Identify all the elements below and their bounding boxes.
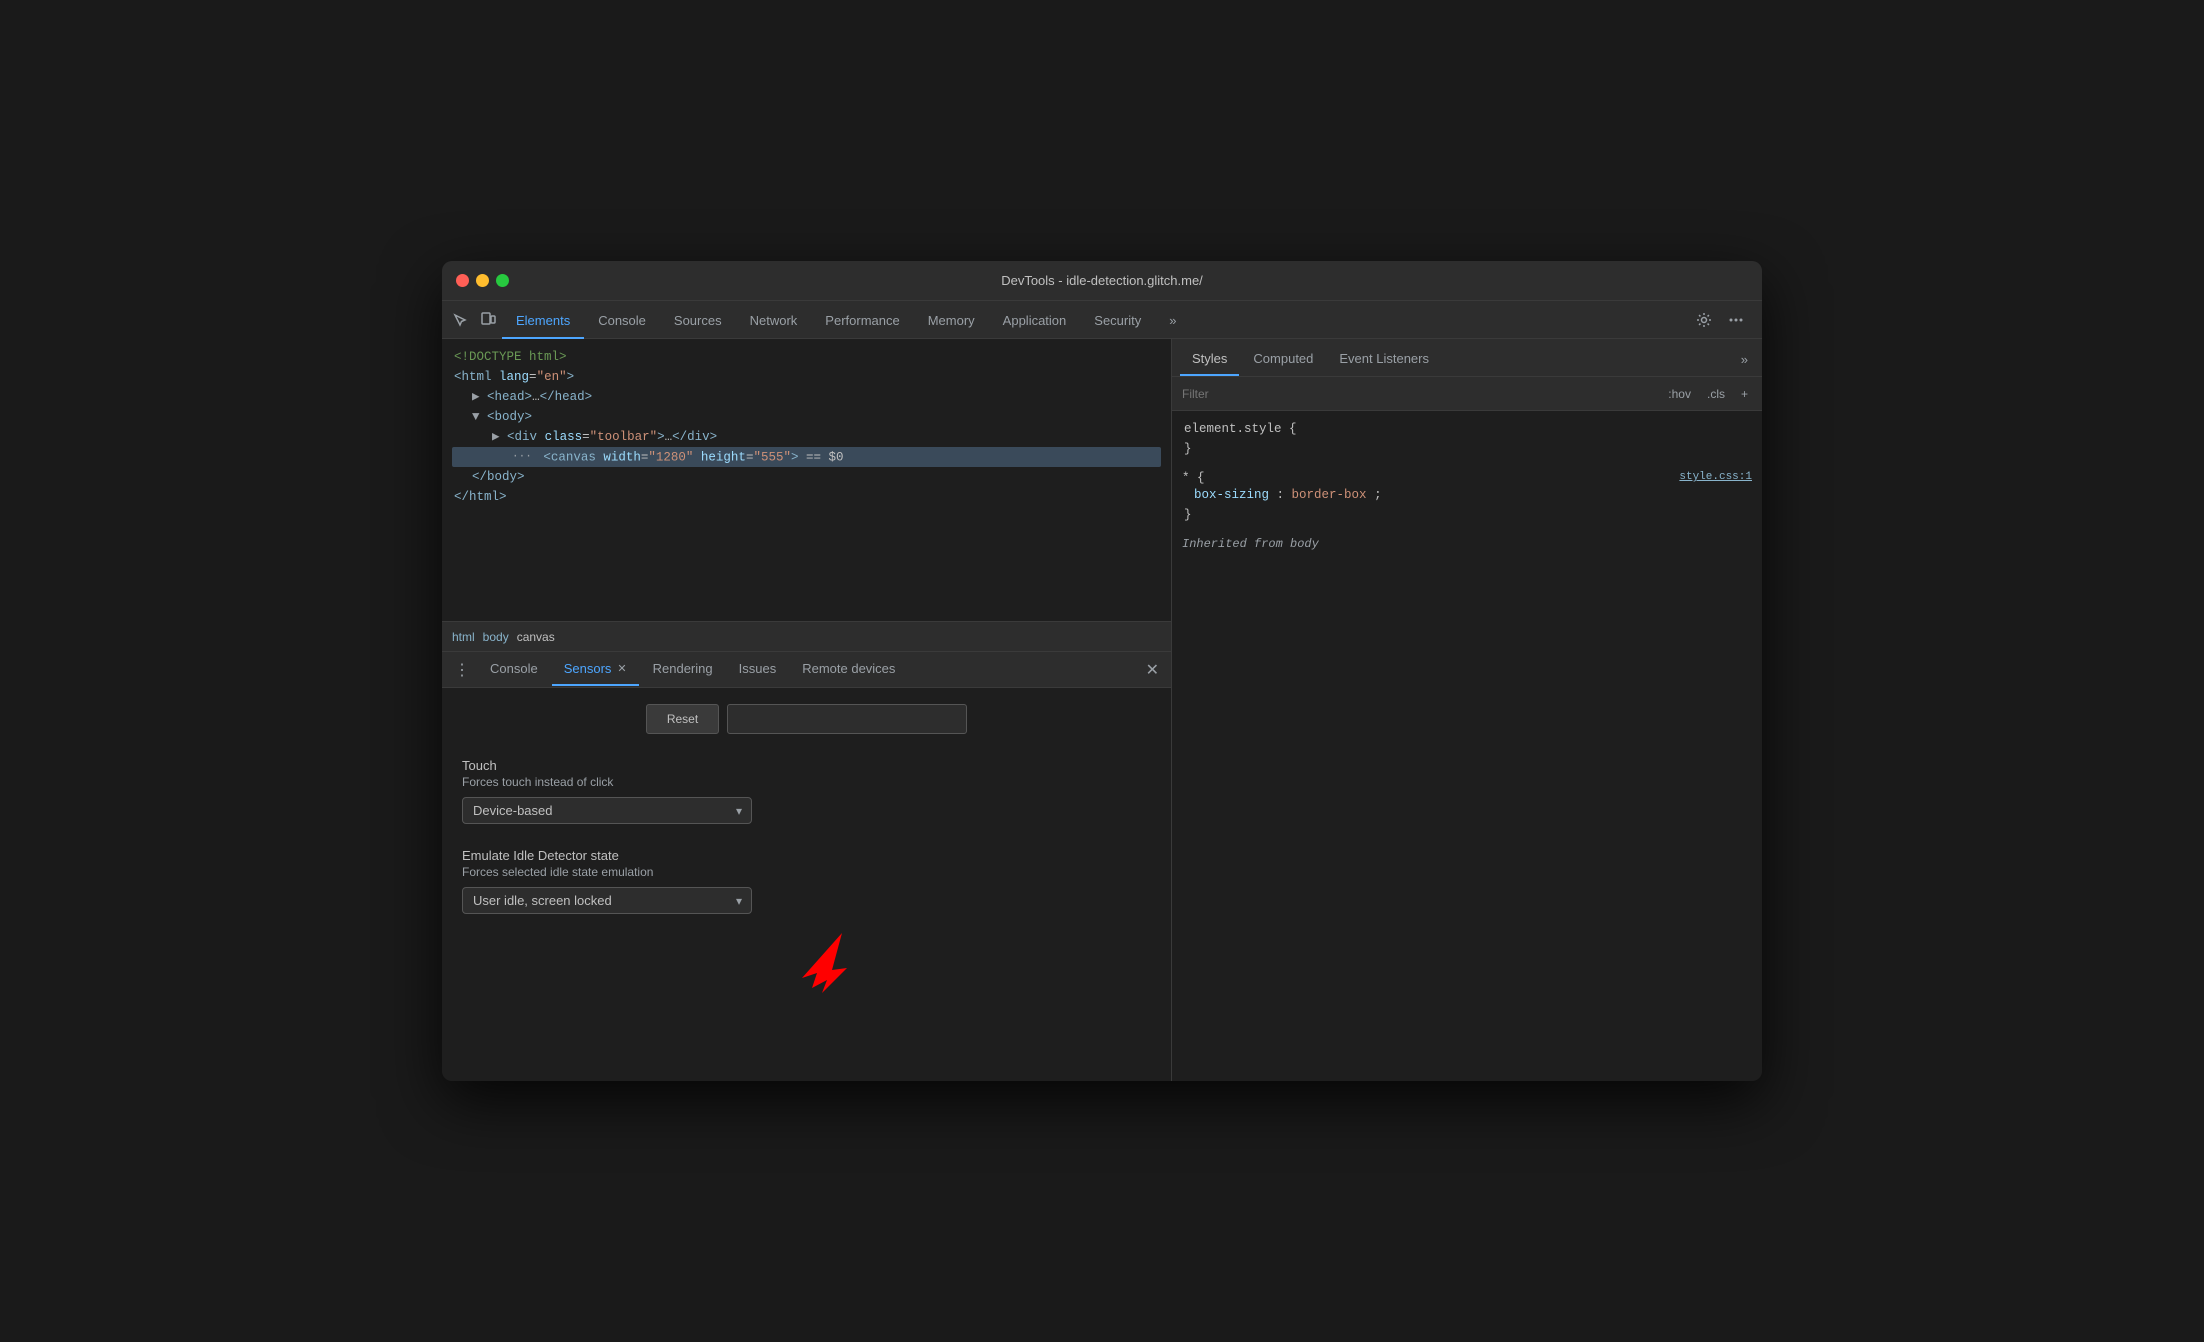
close-button[interactable] — [456, 274, 469, 287]
breadcrumb-canvas[interactable]: canvas — [517, 630, 555, 644]
dom-line: ▶ <head>…</head> — [452, 387, 1161, 407]
tab-elements[interactable]: Elements — [502, 305, 584, 339]
drawer-tab-close-icon[interactable]: ✕ — [617, 662, 626, 675]
tab-bar: Elements Console Sources Network Perform… — [502, 301, 1690, 339]
breadcrumb: html body canvas — [442, 621, 1171, 651]
filter-actions: :hov .cls + — [1664, 385, 1752, 403]
window-controls — [456, 274, 509, 287]
drawer-more-icon[interactable]: ⋮ — [448, 660, 476, 680]
tab-sources[interactable]: Sources — [660, 305, 736, 339]
dom-line: </html> — [452, 487, 1161, 507]
dom-line: <html lang="en"> — [452, 367, 1161, 387]
styles-content: element.style { } * { style.css:1 — [1172, 411, 1762, 1081]
device-icon[interactable] — [474, 306, 502, 334]
breadcrumb-html[interactable]: html — [452, 630, 475, 644]
idle-detector-select[interactable]: No idle emulation User active, screen un… — [462, 887, 752, 914]
minimize-button[interactable] — [476, 274, 489, 287]
inherited-from-label: Inherited from body — [1182, 537, 1752, 551]
titlebar: DevTools - idle-detection.glitch.me/ — [442, 261, 1762, 301]
annotation-arrow — [782, 918, 862, 1001]
cls-button[interactable]: .cls — [1703, 385, 1729, 403]
drawer-close-icon[interactable]: ✕ — [1140, 660, 1165, 680]
drawer-tab-remote-devices[interactable]: Remote devices — [790, 654, 907, 686]
dom-line: ▶ <div class="toolbar">…</div> — [452, 427, 1161, 447]
tab-memory[interactable]: Memory — [914, 305, 989, 339]
elements-panel: <!DOCTYPE html> <html lang="en"> ▶ <head… — [442, 339, 1172, 1081]
drawer-tab-console[interactable]: Console — [478, 654, 550, 686]
toolbar-right-actions — [1690, 306, 1758, 334]
styles-filter-input[interactable] — [1182, 387, 1656, 401]
breadcrumb-body[interactable]: body — [483, 630, 509, 644]
tab-application[interactable]: Application — [989, 305, 1081, 339]
dom-line-selected[interactable]: ··· <canvas width="1280" height="555"> =… — [452, 447, 1161, 467]
settings-icon[interactable] — [1690, 306, 1718, 334]
devtools-window: DevTools - idle-detection.glitch.me/ Ele… — [442, 261, 1762, 1081]
idle-detector-description: Forces selected idle state emulation — [462, 865, 1151, 879]
tab-more[interactable]: » — [1155, 305, 1190, 339]
tab-security[interactable]: Security — [1080, 305, 1155, 339]
touch-select[interactable]: Device-based Force enabled Force disable… — [462, 797, 752, 824]
css-rule-element-style: element.style { } — [1182, 419, 1752, 459]
idle-detector-label: Emulate Idle Detector state — [462, 848, 1151, 863]
idle-detector-section: Emulate Idle Detector state Forces selec… — [462, 848, 1151, 914]
dom-viewer[interactable]: <!DOCTYPE html> <html lang="en"> ▶ <head… — [442, 339, 1171, 621]
drawer-tab-rendering[interactable]: Rendering — [641, 654, 725, 686]
css-rule-universal: * { style.css:1 box-sizing : border-box … — [1182, 471, 1752, 525]
tab-performance[interactable]: Performance — [811, 305, 913, 339]
drawer-tab-sensors[interactable]: Sensors ✕ — [552, 654, 639, 686]
reset-area: Reset — [462, 704, 1151, 734]
add-style-button[interactable]: + — [1737, 385, 1752, 403]
dom-line: </body> — [452, 467, 1161, 487]
more-options-icon[interactable] — [1722, 306, 1750, 334]
styles-tab-more-icon[interactable]: » — [1735, 342, 1754, 376]
dom-line: <!DOCTYPE html> — [452, 347, 1161, 367]
styles-filter-bar: :hov .cls + — [1172, 377, 1762, 411]
tab-computed[interactable]: Computed — [1241, 342, 1325, 376]
idle-detector-select-wrapper: No idle emulation User active, screen un… — [462, 887, 752, 914]
reset-button[interactable]: Reset — [646, 704, 719, 734]
bottom-drawer: ⋮ Console Sensors ✕ Rendering Issues — [442, 651, 1171, 1081]
drawer-content: Reset Touch Forces touch instead of clic… — [442, 688, 1171, 1081]
tab-console[interactable]: Console — [584, 305, 660, 339]
drawer-tab-issues[interactable]: Issues — [727, 654, 789, 686]
styles-panel: Styles Computed Event Listeners » :hov .… — [1172, 339, 1762, 1081]
hov-button[interactable]: :hov — [1664, 385, 1695, 403]
touch-description: Forces touch instead of click — [462, 775, 1151, 789]
window-title: DevTools - idle-detection.glitch.me/ — [1001, 273, 1203, 288]
tab-network[interactable]: Network — [736, 305, 812, 339]
main-toolbar: Elements Console Sources Network Perform… — [442, 301, 1762, 339]
touch-label: Touch — [462, 758, 1151, 773]
main-content: <!DOCTYPE html> <html lang="en"> ▶ <head… — [442, 339, 1762, 1081]
styles-tab-bar: Styles Computed Event Listeners » — [1172, 339, 1762, 377]
tab-styles[interactable]: Styles — [1180, 342, 1239, 376]
dom-line: ▼ <body> — [452, 407, 1161, 427]
drawer-tab-bar: ⋮ Console Sensors ✕ Rendering Issues — [442, 652, 1171, 688]
touch-select-wrapper: Device-based Force enabled Force disable… — [462, 797, 752, 824]
touch-section: Touch Forces touch instead of click Devi… — [462, 758, 1151, 824]
inspect-icon[interactable] — [446, 306, 474, 334]
css-source-link[interactable]: style.css:1 — [1679, 471, 1752, 485]
maximize-button[interactable] — [496, 274, 509, 287]
tab-event-listeners[interactable]: Event Listeners — [1327, 342, 1441, 376]
